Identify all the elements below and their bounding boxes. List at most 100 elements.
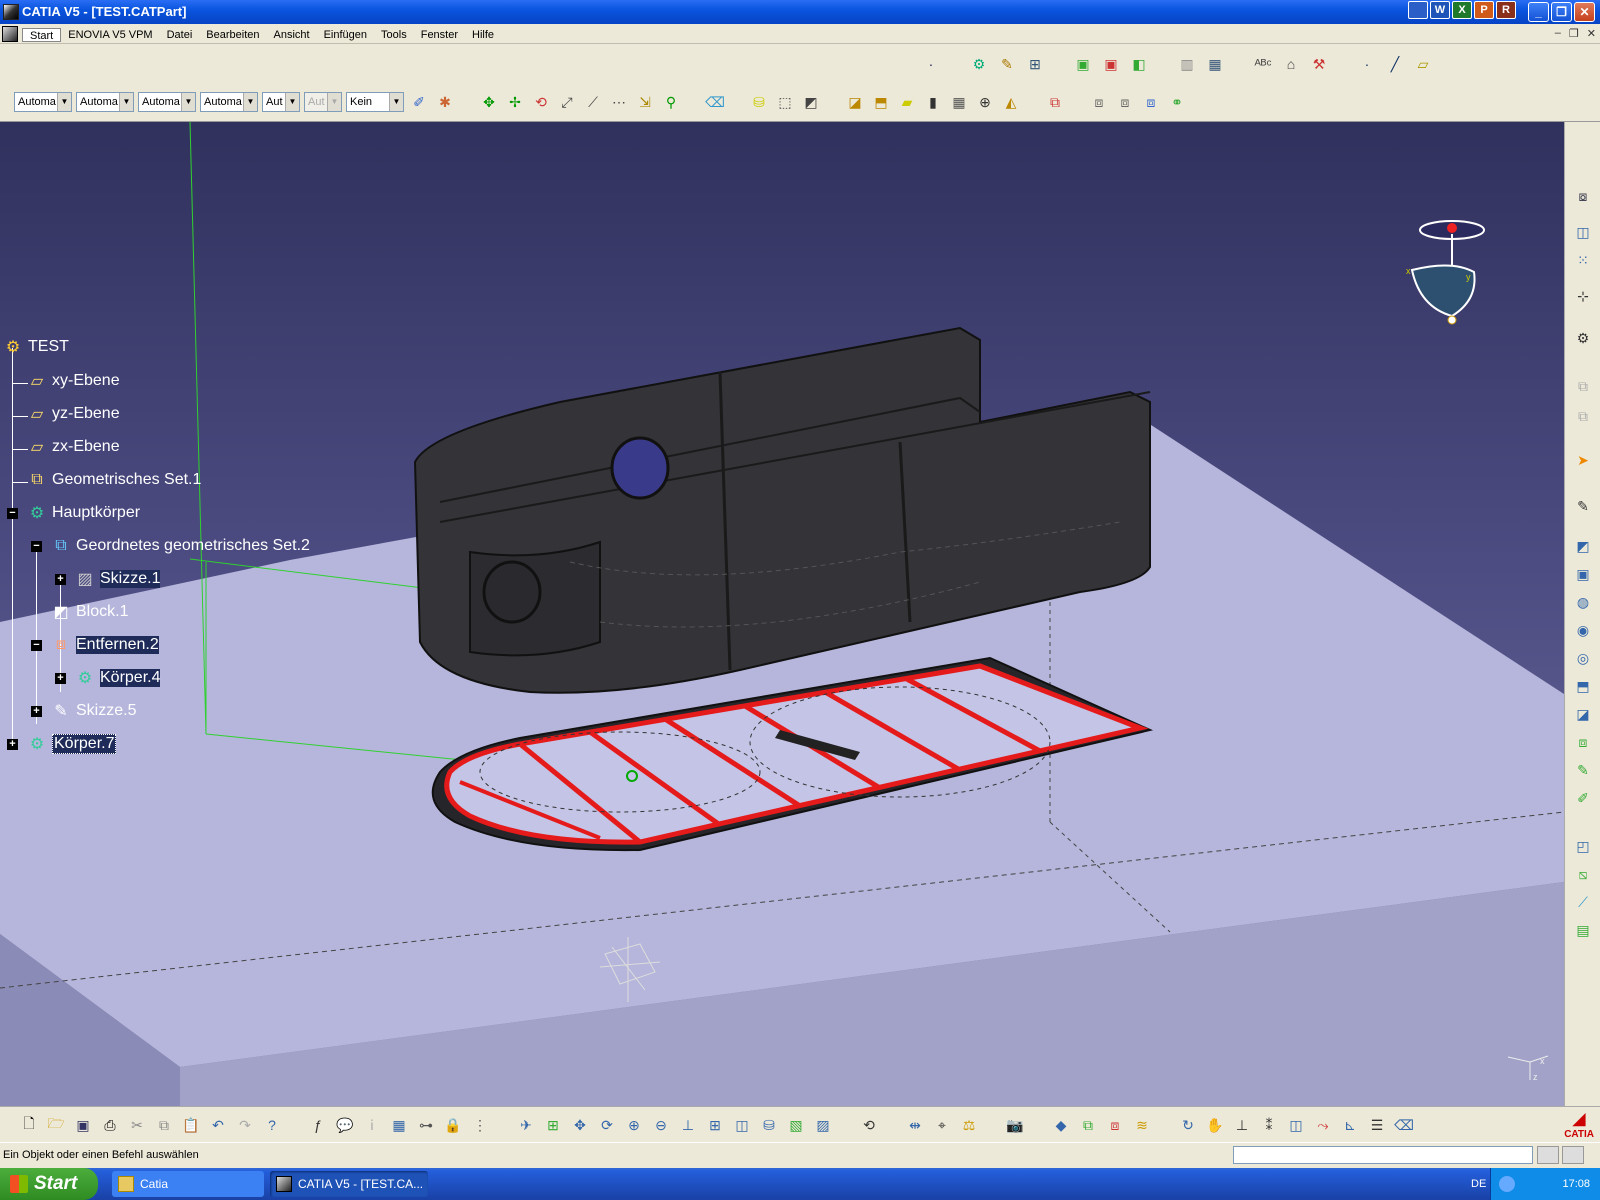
expand-icon[interactable]: + — [55, 673, 66, 684]
rib-icon[interactable]: ▰ — [896, 91, 918, 113]
scale-icon[interactable]: ⇲ — [634, 91, 656, 113]
decimal-icon[interactable]: ⁑ — [1258, 1114, 1280, 1136]
grid-icon[interactable]: ▦ — [948, 91, 970, 113]
tree-node-root[interactable]: ⚙ TEST — [2, 336, 69, 358]
powerpoint-icon[interactable]: P — [1474, 1, 1494, 19]
command-input[interactable] — [1233, 1146, 1533, 1164]
start-button[interactable]: Start — [0, 1168, 98, 1200]
extrude-icon[interactable]: ⬒ — [870, 91, 892, 113]
knowledge-icon[interactable]: ⅰ — [361, 1114, 383, 1136]
rib-icon[interactable]: ⬒ — [1571, 674, 1595, 698]
axis-icon[interactable]: ⊥ — [1231, 1114, 1253, 1136]
menu-einfuegen[interactable]: Einfügen — [317, 28, 374, 42]
command-clear-button[interactable] — [1562, 1146, 1584, 1164]
knowledge-icon[interactable]: ⚙ — [968, 53, 990, 75]
expand-icon[interactable]: + — [7, 739, 18, 750]
settings-icon[interactable]: ⚙ — [1571, 326, 1595, 350]
tree-icon[interactable]: ⊞ — [1024, 53, 1046, 75]
tree-node-xy-plane[interactable]: ▱ xy-Ebene — [26, 370, 120, 392]
pocket-icon[interactable]: ▣ — [1100, 53, 1122, 75]
normal-view-icon[interactable]: ⊥ — [677, 1114, 699, 1136]
paste-icon[interactable]: 📋 — [180, 1114, 202, 1136]
draft-icon[interactable]: ◭ — [1000, 91, 1022, 113]
cylinder-icon[interactable]: ⛁ — [748, 91, 770, 113]
multi-pad-icon[interactable]: ✐ — [1571, 786, 1595, 810]
rotate-icon[interactable]: ⟲ — [530, 91, 552, 113]
parameters-icon[interactable]: ⋮ — [469, 1114, 491, 1136]
taskbar-item-catia-window[interactable]: CATIA V5 - [TEST.CA... — [270, 1171, 428, 1197]
menu-fenster[interactable]: Fenster — [414, 28, 465, 42]
formula-fx-icon[interactable]: ƒ — [307, 1114, 329, 1136]
menu-bearbeiten[interactable]: Bearbeiten — [199, 28, 266, 42]
redo-icon[interactable]: ↷ — [234, 1114, 256, 1136]
paint-brush-icon[interactable]: ✐ — [408, 91, 430, 113]
apply-material-icon[interactable]: ◆ — [1050, 1114, 1072, 1136]
point-icon[interactable]: · — [920, 53, 942, 75]
tree-node-body-4[interactable]: ⚙ Körper.4 — [74, 667, 161, 689]
menu-tools[interactable]: Tools — [374, 28, 414, 42]
affinity-icon[interactable]: ⚲ — [660, 91, 682, 113]
comment-icon[interactable]: 💬 — [334, 1114, 356, 1136]
menu-ansicht[interactable]: Ansicht — [267, 28, 317, 42]
color-combo[interactable]: Automa ▼ — [14, 92, 72, 112]
hide-show-icon[interactable]: ▧ — [785, 1114, 807, 1136]
sketcher-icon[interactable]: ⧇ — [1571, 184, 1595, 208]
new-file-icon[interactable]: 🗋 — [18, 1114, 40, 1136]
grid-dots-icon[interactable]: ⁙ — [1571, 248, 1595, 272]
shaft-icon[interactable]: ◧ — [1128, 53, 1150, 75]
tree-node-ordered-geometric-set[interactable]: ⧉ Geordnetes geometrisches Set.2 — [50, 535, 310, 557]
access-icon[interactable]: R — [1496, 1, 1516, 19]
pan-icon[interactable]: ✥ — [569, 1114, 591, 1136]
minimize-button[interactable]: _ — [1528, 2, 1549, 22]
refresh-icon[interactable]: ↻ — [1177, 1114, 1199, 1136]
hole-icon[interactable]: ◎ — [1571, 646, 1595, 670]
mdi-close-button[interactable]: ✕ — [1587, 27, 1596, 40]
menu-datei[interactable]: Datei — [160, 28, 200, 42]
camera-icon[interactable]: 📷 — [1004, 1114, 1026, 1136]
plane-icon[interactable]: ▱ — [1412, 53, 1434, 75]
draft-icon[interactable]: ⟋ — [1571, 890, 1595, 914]
tree-node-geometric-set[interactable]: ⧉ Geometrisches Set.1 — [26, 469, 201, 491]
tree-node-zx-plane[interactable]: ▱ zx-Ebene — [26, 436, 120, 458]
mdi-restore-button[interactable]: ❐ — [1569, 27, 1579, 40]
list-icon[interactable]: ☰ — [1366, 1114, 1388, 1136]
mdi-minimize-button[interactable]: – — [1555, 27, 1561, 40]
slot-icon[interactable]: ▮ — [922, 91, 944, 113]
tree-node-yz-plane[interactable]: ▱ yz-Ebene — [26, 403, 120, 425]
measure-item-icon[interactable]: ⌖ — [931, 1114, 953, 1136]
wireframe-icon[interactable]: ⬚ — [774, 91, 796, 113]
tree-node-sketch-5[interactable]: ✎ Skizze.5 — [50, 700, 136, 722]
undo-icon[interactable]: ↶ — [207, 1114, 229, 1136]
target-icon[interactable]: ⊕ — [974, 91, 996, 113]
menu-start[interactable]: Start — [22, 28, 62, 42]
layer-combo[interactable]: Kein ▼ — [346, 92, 404, 112]
expand-icon[interactable]: + — [31, 706, 42, 717]
surface-icon[interactable]: ◩ — [800, 91, 822, 113]
sweep-icon[interactable]: ◫ — [1285, 1114, 1307, 1136]
whats-this-icon[interactable]: ? — [261, 1114, 283, 1136]
pad-icon[interactable]: ▣ — [1072, 53, 1094, 75]
solid-combine-icon[interactable]: ⧈ — [1571, 730, 1595, 754]
symmetry-icon[interactable]: ⤢ — [556, 91, 578, 113]
groove-icon[interactable]: ◉ — [1571, 618, 1595, 642]
close-button[interactable]: ✕ — [1574, 2, 1595, 22]
pattern-icon[interactable]: ⋯ — [608, 91, 630, 113]
hole-icon[interactable]: ▥ — [1176, 53, 1198, 75]
collapse-icon[interactable]: − — [31, 640, 42, 651]
line-type-combo[interactable]: Automa ▼ — [200, 92, 258, 112]
measure-icon[interactable]: ⚒ — [1308, 53, 1330, 75]
boolean-icon[interactable]: ⧈ — [1088, 91, 1110, 113]
language-indicator[interactable]: DE — [1471, 1178, 1486, 1190]
axis-to-axis-icon[interactable]: ⟋ — [582, 91, 604, 113]
swap-space-icon[interactable]: ▨ — [812, 1114, 834, 1136]
catalog-icon[interactable]: ⧉ — [1044, 91, 1066, 113]
catia-app-icon[interactable] — [3, 4, 19, 20]
eraser-icon[interactable]: ⌫ — [704, 91, 726, 113]
point-cloud-icon[interactable]: ⊹ — [1571, 284, 1595, 308]
sketch-pencil-icon[interactable]: ✎ — [1571, 494, 1595, 518]
layers-icon[interactable]: ≋ — [1131, 1114, 1153, 1136]
maximize-button[interactable]: ❐ — [1551, 2, 1572, 22]
select-arrow-icon[interactable]: ➤ — [1571, 448, 1595, 472]
word-icon[interactable]: W — [1430, 1, 1450, 19]
excel-icon[interactable]: X — [1452, 1, 1472, 19]
